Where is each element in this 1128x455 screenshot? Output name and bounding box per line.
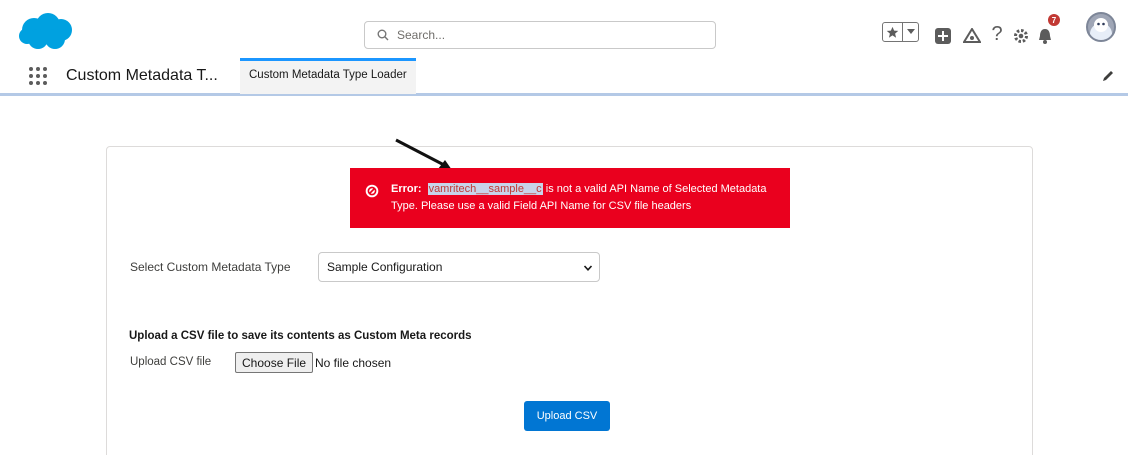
error-field-name: vamritech__sample__c: [427, 183, 543, 195]
error-message-line2: Type. Please use a valid Field API Name …: [391, 200, 692, 212]
metadata-type-select[interactable]: Sample Configuration: [318, 252, 600, 282]
error-message-box: Error: vamritech__sample__c is not a vali…: [350, 168, 790, 228]
no-file-chosen-text: No file chosen: [315, 356, 392, 370]
select-metadata-type-label: Select Custom Metadata Type: [130, 260, 291, 274]
page: ? 7 Custom Metadata T... Custom Metadata…: [0, 0, 1128, 455]
user-avatar[interactable]: [1086, 12, 1116, 42]
tab-custom-metadata-type-loader[interactable]: Custom Metadata Type Loader: [240, 58, 416, 94]
trailhead-icon[interactable]: [961, 25, 983, 47]
global-actions-icon[interactable]: [932, 25, 954, 47]
favorites-star-icon[interactable]: [883, 23, 903, 41]
notifications-bell-icon[interactable]: [1034, 25, 1056, 47]
header-icons: ? 7: [0, 0, 1128, 45]
metadata-type-select-value: Sample Configuration: [327, 260, 443, 274]
notification-count-badge: 7: [1048, 14, 1060, 26]
global-header: ? 7: [0, 0, 1128, 58]
choose-file-button[interactable]: Choose File: [235, 352, 314, 373]
favorites-menu-caret-icon[interactable]: [903, 23, 918, 41]
annotation-arrow: [395, 138, 452, 170]
error-label: Error:: [391, 183, 422, 195]
upload-csv-button[interactable]: Upload CSV: [524, 401, 610, 431]
help-icon[interactable]: ?: [986, 23, 1008, 45]
error-text: Error: vamritech__sample__c is not a vali…: [391, 181, 781, 215]
favorites-group: [882, 22, 919, 42]
app-name: Custom Metadata T...: [66, 67, 218, 84]
setup-gear-icon[interactable]: [1010, 25, 1032, 47]
upload-section-heading: Upload a CSV file to save its contents a…: [129, 330, 472, 342]
chevron-down-icon: [583, 265, 593, 271]
edit-nav-pencil-icon[interactable]: [1100, 68, 1116, 84]
error-icon: [365, 184, 379, 198]
upload-csv-file-label: Upload CSV file: [130, 356, 212, 368]
error-message-line1: is not a valid API Name of Selected Meta…: [542, 183, 767, 195]
app-launcher-icon[interactable]: [28, 66, 48, 86]
navigation-bar: Custom Metadata T... Custom Metadata Typ…: [0, 58, 1128, 96]
